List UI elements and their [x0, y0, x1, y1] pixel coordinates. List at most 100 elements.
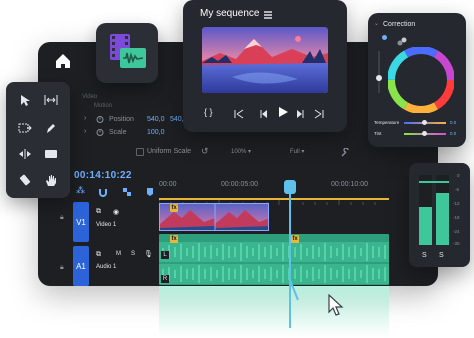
track-select-tool-button[interactable]	[40, 90, 62, 110]
expand-arrow-icon[interactable]: ›	[84, 115, 86, 122]
tint-slider-handle[interactable]	[422, 131, 427, 136]
ruler-tick-0: 00:00	[159, 181, 177, 188]
magnet-icon[interactable]	[98, 184, 108, 202]
scale-label: Scale	[109, 129, 127, 136]
stopwatch-icon[interactable]	[96, 115, 104, 123]
marquee-icon	[18, 123, 32, 133]
video-audio-icon	[110, 34, 146, 68]
go-to-in-icon[interactable]	[233, 106, 245, 124]
meter-peak-line	[419, 181, 449, 183]
temperature-label: Temperature	[374, 120, 400, 125]
ripple-edit-icon	[19, 149, 31, 159]
work-area-bar[interactable]	[159, 198, 389, 200]
preview-window: My sequence { }	[183, 0, 347, 132]
selection-tool-button[interactable]	[14, 90, 36, 110]
video-track-name: Video 1	[96, 222, 117, 228]
meter-left-bar	[419, 206, 432, 245]
color-correction-panel: ⌄ Correction Temperature 0.0 Tint 0.0	[368, 13, 466, 147]
arrows-horizontal-icon	[44, 95, 58, 105]
meter-scale-0: 0	[457, 173, 460, 178]
razor-tool-button[interactable]	[14, 170, 36, 190]
go-to-out-icon[interactable]	[313, 106, 325, 124]
hamburger-icon[interactable]	[263, 7, 273, 25]
wrench-icon[interactable]	[340, 145, 350, 163]
pen-tool-button[interactable]	[40, 118, 62, 138]
uniform-scale-label: Uniform Scale	[147, 148, 191, 155]
stopwatch-icon[interactable]	[96, 128, 104, 136]
play-icon	[279, 107, 288, 117]
step-forward-icon[interactable]	[295, 106, 305, 124]
meter-scale-1: -6	[455, 187, 460, 192]
rectangle-icon	[45, 150, 57, 158]
linked-selection-icon[interactable]	[122, 184, 132, 202]
play-button[interactable]	[277, 105, 289, 123]
ripple-edit-tool-button[interactable]	[14, 144, 36, 164]
zoom-select[interactable]: 100% ▾	[231, 148, 251, 155]
position-x-value[interactable]: 540,0	[147, 116, 165, 123]
section-video-label: Video	[82, 94, 98, 100]
position-label: Position	[109, 116, 134, 123]
marker-icon[interactable]	[146, 184, 154, 202]
meter-scale-2: -12	[453, 201, 460, 206]
pen-icon	[47, 124, 55, 133]
tint-label: Tint	[374, 131, 382, 136]
home-button[interactable]	[50, 48, 76, 74]
mute-button[interactable]: M	[116, 251, 121, 257]
lock-icon[interactable]: 🔒︎	[60, 214, 64, 222]
timecode-display[interactable]: 00:14:10:22	[74, 170, 132, 181]
audio-clip[interactable]	[159, 234, 389, 285]
audio-waveform	[159, 242, 389, 284]
meter-right-bar	[436, 192, 449, 245]
toggle-output-icon[interactable]: ⧉	[96, 251, 101, 259]
preview-title: My sequence	[200, 8, 260, 19]
temperature-value[interactable]: 0.0	[450, 120, 456, 125]
color-dot-icon[interactable]	[382, 35, 387, 40]
razor-icon	[19, 174, 31, 186]
chevron-down-icon[interactable]: ⌄	[374, 20, 379, 27]
channel-l-badge: L	[161, 251, 169, 259]
tool-palette	[6, 82, 70, 198]
app-icon-card[interactable]	[96, 23, 158, 83]
zoom-value: 100%	[231, 149, 247, 155]
microphone-icon[interactable]: 🎙︎	[144, 250, 153, 258]
fit-select[interactable]: Full ▾	[290, 148, 304, 155]
fx-badge[interactable]: fx	[170, 235, 178, 243]
expand-arrow-icon[interactable]: ›	[84, 128, 86, 135]
audio-track-tag[interactable]: A1	[73, 246, 89, 286]
audio-meter-panel: 0 -6 -12 -18 -24 -30 S S	[409, 163, 470, 267]
meter-right-solo[interactable]: S	[439, 252, 444, 259]
hand-tool-button[interactable]	[40, 170, 62, 190]
eye-icon[interactable]: ◉	[113, 208, 119, 216]
mark-in-out-icon[interactable]: { }	[204, 107, 213, 117]
meter-left-solo[interactable]: S	[422, 252, 427, 259]
ripple-icon[interactable]: ⁂	[76, 185, 85, 196]
step-back-icon[interactable]	[259, 106, 269, 124]
reset-icon[interactable]: ↺	[201, 146, 209, 157]
uniform-scale-checkbox[interactable]	[136, 148, 144, 156]
playhead[interactable]	[284, 180, 324, 338]
luma-slider-handle[interactable]	[376, 75, 382, 81]
color-wheel[interactable]	[387, 46, 455, 114]
meter-scale-4: -24	[453, 229, 460, 234]
solo-button[interactable]: S	[131, 251, 135, 257]
preview-frame[interactable]	[202, 27, 328, 93]
fx-badge[interactable]: fx	[170, 204, 178, 212]
scale-value[interactable]: 100,0	[147, 129, 165, 136]
editor-stage: Video Motion › Position 540,0 540,0 › Sc…	[0, 0, 474, 338]
toggle-output-icon[interactable]: ⧉	[96, 208, 101, 216]
section-motion-label: Motion	[94, 103, 113, 109]
lock-icon[interactable]: 🔒︎	[60, 264, 64, 272]
luma-slider[interactable]	[378, 51, 380, 93]
temperature-slider-handle[interactable]	[422, 120, 427, 125]
mouse-cursor-icon	[328, 293, 344, 323]
meter-scale-5: -30	[453, 241, 460, 246]
channel-r-badge: R	[161, 275, 169, 283]
meter-right-track	[436, 175, 449, 245]
marquee-tool-button[interactable]	[14, 118, 36, 138]
rectangle-tool-button[interactable]	[40, 144, 62, 164]
tint-value[interactable]: 0.0	[450, 131, 456, 136]
audio-clip-reflection	[159, 286, 389, 338]
video-track-tag[interactable]: V1	[73, 202, 89, 242]
meter-scale-3: -18	[453, 215, 460, 220]
correction-title: Correction	[383, 21, 416, 28]
